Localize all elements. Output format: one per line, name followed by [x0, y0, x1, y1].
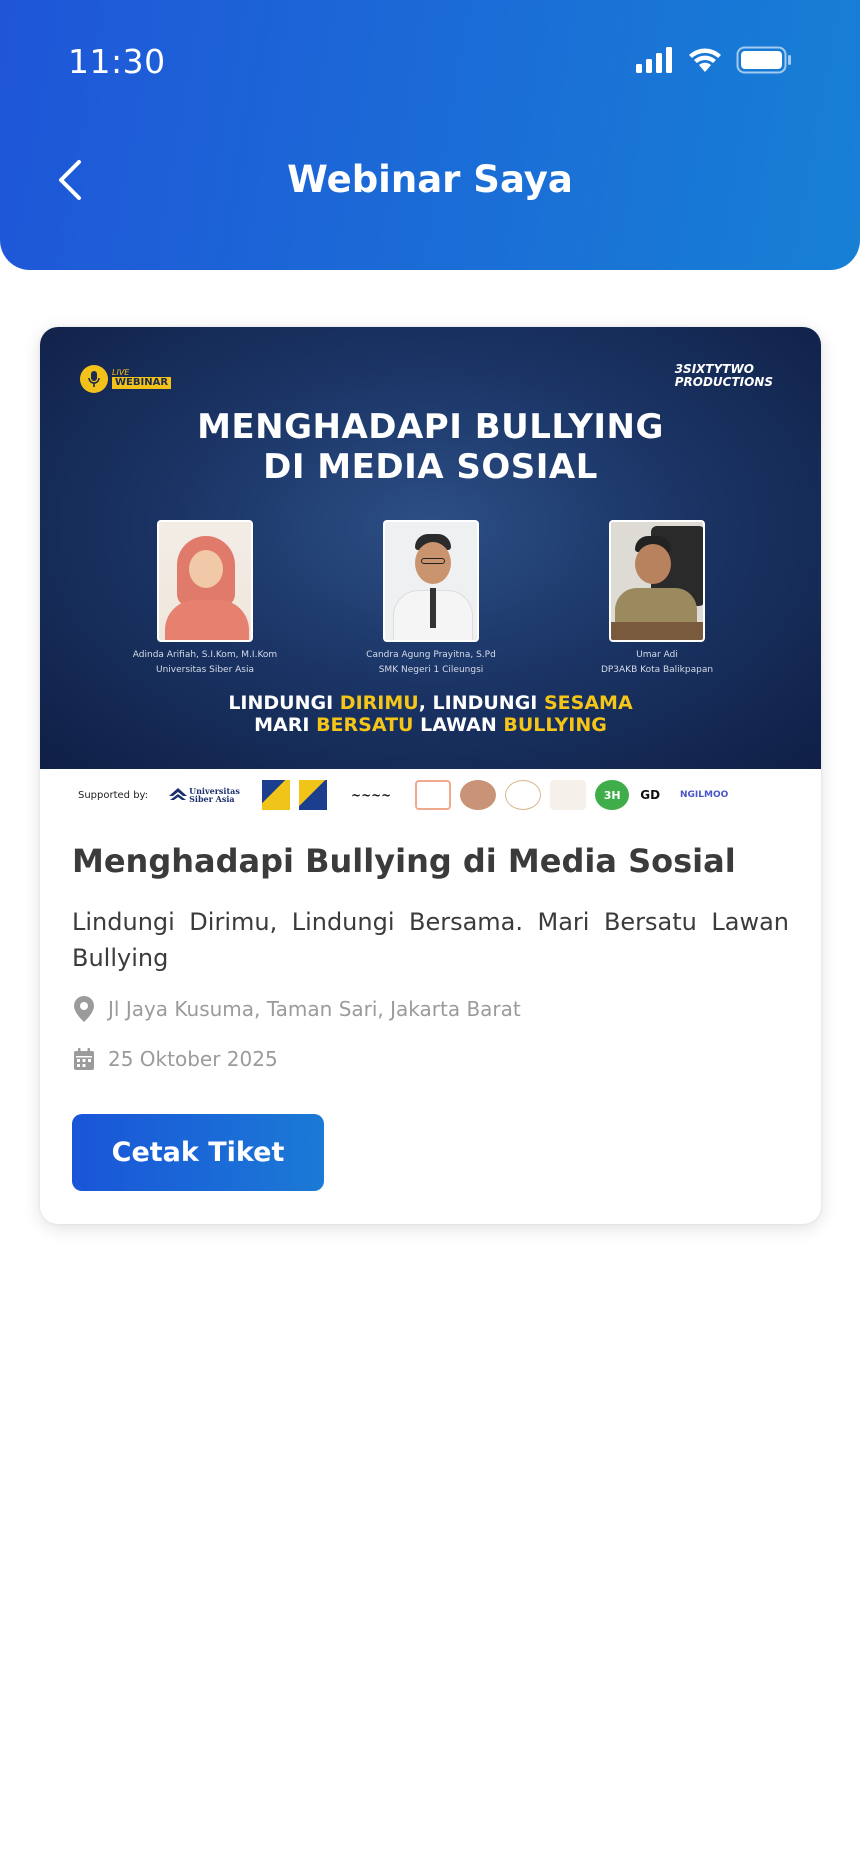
webinar-banner: LIVE WEBINAR 3SIXTYTWO PRODUCTIONS MENGH… — [40, 327, 821, 769]
producer-logo: 3SIXTYTWO PRODUCTIONS — [675, 363, 773, 388]
tag-text: LAWAN — [413, 714, 504, 736]
sponsor-logo: GD — [640, 788, 661, 802]
sponsor-strip: Supported by: Universitas Siber Asia ~~~… — [40, 769, 821, 821]
page-title: Webinar Saya — [287, 158, 573, 201]
speaker-name: Adinda Arifiah, S.I.Kom, M.I.Kom — [132, 650, 278, 660]
sponsor-logo: NGILMOO — [671, 780, 737, 810]
speaker-org: SMK Negeri 1 Cileungsi — [378, 665, 484, 675]
sponsor-logo — [550, 780, 587, 810]
sponsor-logo — [505, 780, 542, 810]
speaker-item: Umar Adi DP3AKB Kota Balikpapan — [542, 520, 772, 675]
producer-line1: 3SIXTYTWO — [674, 362, 754, 376]
speaker-name: Umar Adi — [636, 650, 678, 660]
event-date: 25 Oktober 2025 — [72, 1045, 278, 1073]
event-location-text: Jl Jaya Kusuma, Taman Sari, Jakarta Bara… — [108, 997, 521, 1021]
speaker-item: Candra Agung Prayitna, S.Pd SMK Negeri 1… — [316, 520, 546, 675]
banner-title-line2: DI MEDIA SOSIAL — [263, 447, 598, 487]
speaker-name: Candra Agung Prayitna, S.Pd — [366, 650, 496, 660]
tag-highlight: SESAMA — [543, 692, 633, 714]
sponsor-name: NGILMOO — [679, 790, 729, 800]
speaker-photo — [157, 520, 253, 642]
sponsor-logo — [299, 780, 328, 810]
sponsor-logo: ~~~~ — [351, 788, 392, 802]
battery-icon — [736, 46, 791, 74]
supported-by-label: Supported by: — [78, 789, 149, 801]
producer-line2: PRODUCTIONS — [674, 374, 773, 389]
banner-title-line1: MENGHADAPI BULLYING — [197, 407, 664, 447]
sponsor-logo — [262, 780, 291, 810]
tag-highlight: BERSATU — [316, 714, 414, 736]
calendar-icon — [72, 1045, 96, 1073]
sponsor-logo — [460, 780, 497, 810]
sponsor-logo: Universitas Siber Asia — [163, 780, 253, 810]
sponsor-logo — [415, 780, 452, 810]
sponsor-name: Universitas Siber Asia — [189, 786, 240, 804]
tag-text: , LINDUNGI — [418, 692, 544, 714]
speaker-photo — [383, 520, 479, 642]
speaker-org: DP3AKB Kota Balikpapan — [600, 665, 714, 675]
webinar-card[interactable]: LIVE WEBINAR 3SIXTYTWO PRODUCTIONS MENGH… — [40, 327, 821, 1224]
speaker-photo — [609, 520, 705, 642]
event-location: Jl Jaya Kusuma, Taman Sari, Jakarta Bara… — [72, 995, 521, 1023]
sponsor-logo: 3H — [595, 780, 630, 810]
status-time: 11:30 — [68, 42, 166, 81]
status-icons — [636, 46, 792, 74]
signal-icon — [636, 47, 672, 73]
tag-highlight: BULLYING — [503, 714, 607, 736]
university-logo-icon — [169, 788, 188, 800]
badge-live-label: LIVE — [112, 368, 130, 377]
tag-text: MARI — [254, 714, 317, 736]
print-ticket-button[interactable]: Cetak Tiket — [72, 1114, 324, 1191]
event-date-text: 25 Oktober 2025 — [108, 1047, 278, 1071]
event-description: Lindungi Dirimu, Lindungi Bersama. Mari … — [72, 908, 789, 972]
app-header: 11:30 Webinar Saya — [0, 0, 860, 270]
speaker-item: Adinda Arifiah, S.I.Kom, M.I.Kom Univers… — [90, 520, 320, 675]
speaker-list: Adinda Arifiah, S.I.Kom, M.I.Kom Univers… — [40, 520, 821, 685]
map-pin-icon — [72, 995, 96, 1023]
tag-highlight: DIRIMU — [339, 692, 419, 714]
tag-text: LINDUNGI — [228, 692, 340, 714]
banner-tagline: LINDUNGI DIRIMU, LINDUNGI SESAMA MARI BE… — [40, 692, 821, 736]
event-title: Menghadapi Bullying di Media Sosial — [72, 842, 736, 880]
wifi-icon — [689, 48, 721, 72]
microphone-icon — [80, 365, 108, 393]
badge-webinar-label: WEBINAR — [112, 377, 172, 389]
speaker-org: Universitas Siber Asia — [155, 665, 255, 675]
banner-title: MENGHADAPI BULLYING DI MEDIA SOSIAL — [40, 407, 821, 487]
live-webinar-badge: LIVE WEBINAR — [80, 365, 172, 393]
